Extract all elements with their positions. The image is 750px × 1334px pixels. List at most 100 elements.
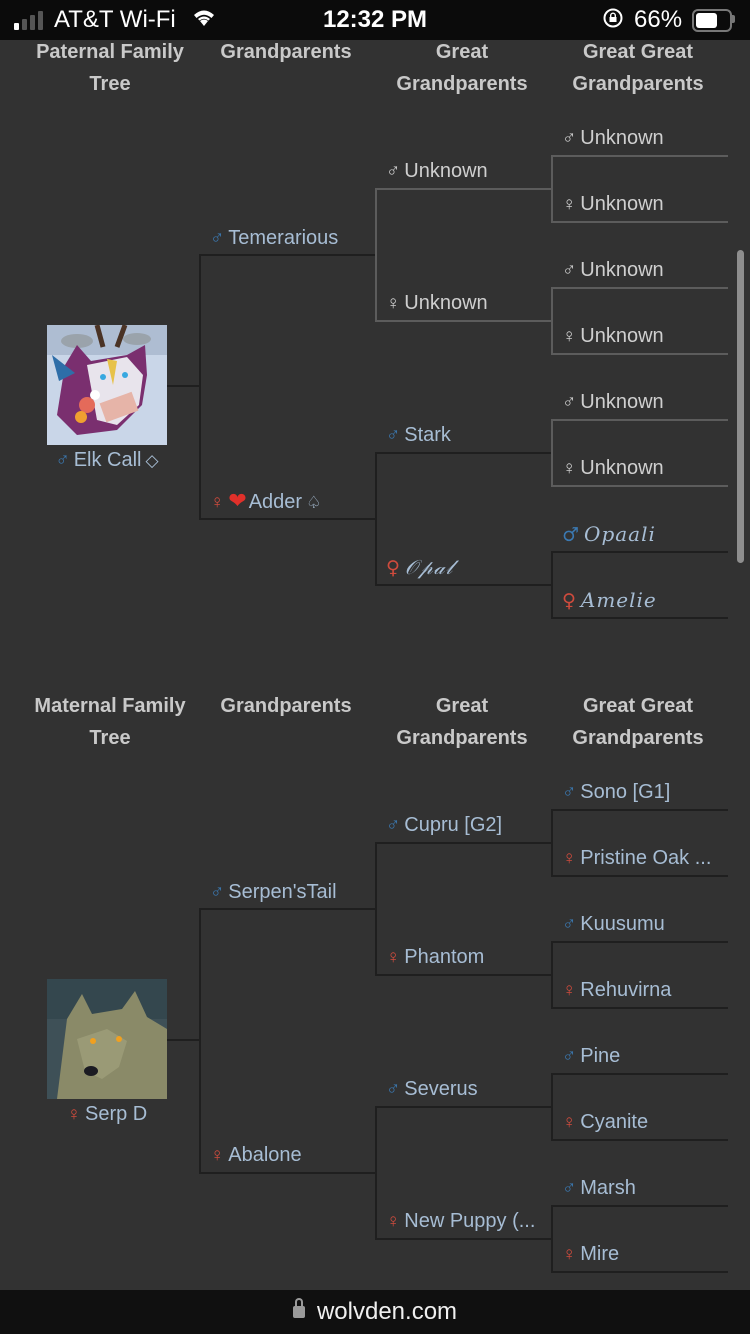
url-bar[interactable]: wolvden.com — [0, 1290, 750, 1334]
battery-icon — [692, 9, 732, 32]
female-icon: ♀ — [386, 293, 401, 314]
great-great-grandparent-box-line — [551, 287, 728, 289]
wolf-name: Unknown — [404, 160, 488, 182]
connector-line — [199, 908, 201, 1173]
great-grandparent-box-line — [375, 452, 552, 454]
wolf-name: Temerarious — [228, 227, 339, 249]
female-icon: ♀ — [562, 980, 577, 1001]
great-grandparent-link[interactable]: ♂ Cupru [G2] — [386, 813, 502, 838]
great-grandparent-link[interactable]: ♂ Severus — [386, 1077, 478, 1102]
wolf-name: Unknown — [580, 391, 664, 413]
great-grandparent-box-line — [375, 1106, 552, 1108]
great-grandparent-link[interactable]: ♀ New Puppy (... — [386, 1209, 535, 1234]
female-icon: ♀ — [562, 458, 577, 479]
great-great-grandparent-link[interactable]: ♂ Opaali — [562, 522, 656, 547]
wolf-name: Sono [G1] — [580, 781, 671, 803]
great-grandparent-link[interactable]: ♀ Phantom — [386, 945, 484, 970]
connector-line — [375, 452, 377, 586]
great-great-grandparent-box-line — [551, 485, 728, 487]
heart-icon: ❤ — [228, 488, 247, 513]
female-icon: ♀ — [386, 557, 401, 579]
male-icon: ♂ — [210, 228, 225, 249]
connector-line — [375, 842, 377, 976]
great-great-grandparent-box-line — [551, 1205, 728, 1207]
connector-line — [167, 385, 200, 387]
great-great-grandparent-link[interactable]: ♀ Mire — [562, 1242, 619, 1267]
great-great-grandparent-box-line — [551, 941, 728, 943]
column-header-great-great-grandparents: Great Great Grandparents — [572, 695, 704, 749]
column-header-grandparents: Grandparents — [220, 695, 352, 717]
wolf-name: Unknown — [580, 127, 664, 149]
diamond-icon: ◇ — [145, 451, 159, 470]
grandparent-link[interactable]: ♂ Serpen'sTail — [210, 880, 337, 905]
female-icon: ♀ — [562, 1112, 577, 1133]
wolf-name: Abalone — [228, 1144, 302, 1166]
grandparent-box-line — [199, 518, 376, 520]
column-header-tree: Paternal Family Tree — [36, 41, 184, 95]
female-icon: ♀ — [562, 848, 577, 869]
male-icon: ♂ — [562, 128, 577, 149]
great-grandparent-link: ♂ Unknown — [386, 159, 488, 184]
great-great-grandparent-box-line — [551, 1007, 728, 1009]
connector-line — [551, 287, 553, 355]
grandparent-link[interactable]: ♂ Temerarious — [210, 226, 338, 251]
wolf-name: 𝒪𝓅𝒶𝓁 — [404, 555, 454, 579]
great-great-grandparent-link[interactable]: ♀ Cyanite — [562, 1110, 648, 1135]
great-great-grandparent-box-line — [551, 551, 728, 553]
great-great-grandparent-link[interactable]: ♀ Pristine Oak ... — [562, 846, 711, 871]
female-icon: ♀ — [562, 326, 577, 347]
female-icon: ♀ — [562, 194, 577, 215]
lock-icon — [292, 1298, 305, 1318]
female-icon: ♀ — [386, 947, 401, 968]
wolf-name: Unknown — [580, 193, 664, 215]
great-great-grandparent-box-line — [551, 1271, 728, 1273]
grandparent-box-line — [199, 1172, 376, 1174]
grandparent-link[interactable]: ♀ Abalone — [210, 1143, 302, 1168]
grandparent-link[interactable]: ♀ ❤ Adder ♤ — [210, 489, 321, 515]
connector-line — [551, 809, 553, 877]
wolf-name: Pristine Oak ... — [580, 847, 712, 869]
column-header-grandparents: Grandparents — [220, 41, 352, 63]
great-great-grandparent-link[interactable]: ♂ Pine — [562, 1044, 620, 1069]
great-great-grandparent-link: ♂ Unknown — [562, 390, 664, 415]
great-great-grandparent-link[interactable]: ♀ Rehuvirna — [562, 978, 671, 1003]
status-bar: AT&T Wi-Fi 12:32 PM 66% — [0, 0, 750, 40]
male-icon: ♂ — [210, 882, 225, 903]
wolf-name: Elk Call — [73, 449, 142, 471]
great-great-grandparent-box-line — [551, 353, 728, 355]
male-icon: ♂ — [562, 1046, 577, 1067]
connector-line — [551, 1205, 553, 1273]
great-grandparent-link: ♀ Unknown — [386, 291, 488, 316]
avatar[interactable] — [47, 979, 167, 1099]
wolf-name: Serpen'sTail — [228, 881, 337, 903]
female-icon: ♀ — [562, 1244, 577, 1265]
great-grandparent-box-line — [375, 188, 552, 190]
wolf-name: Amelie — [580, 588, 657, 612]
great-great-grandparent-box-line — [551, 1139, 728, 1141]
great-great-grandparent-link[interactable]: ♂ Marsh — [562, 1176, 636, 1201]
scrollbar[interactable] — [737, 250, 744, 563]
subject-name-link[interactable]: ♀ Serp D — [67, 1102, 148, 1127]
avatar[interactable] — [47, 325, 167, 445]
wolf-avatar-serp-d — [47, 979, 167, 1099]
connector-line — [551, 419, 553, 487]
wolf-name: Pine — [580, 1045, 621, 1067]
wolf-name: New Puppy (... — [404, 1210, 536, 1232]
great-great-grandparent-link[interactable]: ♀ Amelie — [562, 588, 657, 613]
url-domain: wolvden.com — [316, 1298, 458, 1325]
great-great-grandparent-link[interactable]: ♂ Kuusumu — [562, 912, 665, 937]
female-icon: ♀ — [386, 1211, 401, 1232]
great-grandparent-link[interactable]: ♀ 𝒪𝓅𝒶𝓁 — [386, 555, 453, 580]
male-icon: ♂ — [562, 1178, 577, 1199]
great-grandparent-link[interactable]: ♂ Stark — [386, 423, 451, 448]
subject-name-link[interactable]: ♂ Elk Call ◇ — [55, 448, 158, 473]
great-great-grandparent-link: ♂ Unknown — [562, 126, 664, 151]
wolf-name: Adder — [248, 491, 303, 513]
great-great-grandparent-link[interactable]: ♂ Sono [G1] — [562, 780, 670, 805]
spade-icon: ♤ — [306, 493, 322, 512]
grandparent-box-line — [199, 908, 376, 910]
great-grandparent-box-line — [375, 1238, 552, 1240]
column-header-great-grandparents: Great Grandparents — [396, 695, 528, 749]
wolf-name: Rehuvirna — [580, 979, 672, 1001]
connector-line — [551, 941, 553, 1009]
